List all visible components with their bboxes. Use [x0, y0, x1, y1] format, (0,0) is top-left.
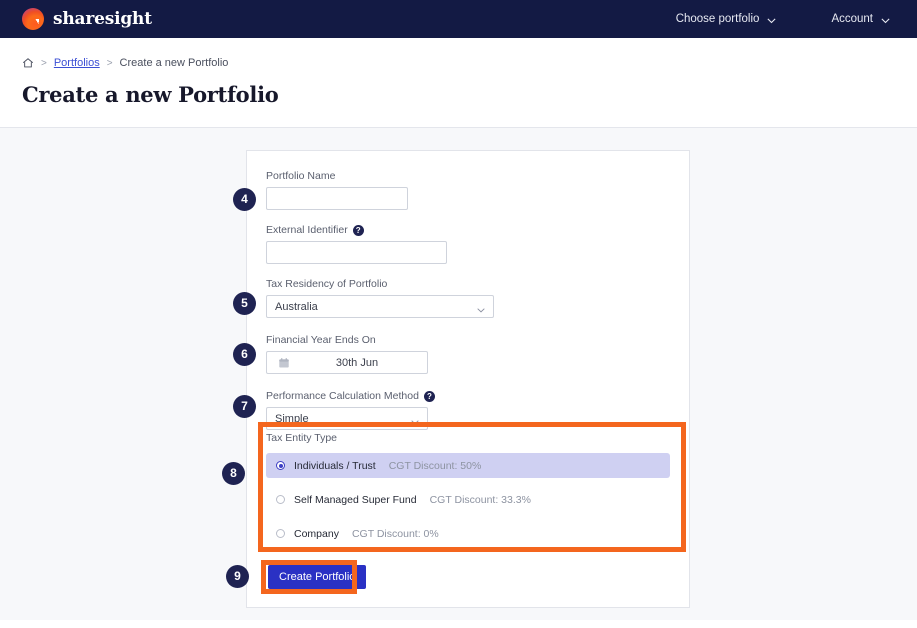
- top-navigation-bar: sharesight Choose portfolio Account: [0, 0, 917, 38]
- create-portfolio-button[interactable]: Create Portfolio: [268, 565, 366, 589]
- sharesight-logo-icon: [22, 8, 44, 30]
- financial-year-label: Financial Year Ends On: [266, 334, 686, 346]
- spacer: [266, 374, 686, 390]
- chevron-down-icon: [766, 15, 775, 24]
- radio-selected-icon: [276, 461, 285, 470]
- help-question-icon[interactable]: ?: [424, 391, 435, 402]
- top-nav-right: Choose portfolio Account: [676, 13, 889, 25]
- tax-residency-select[interactable]: Australia: [266, 295, 494, 318]
- step-badge-9: 9: [226, 565, 249, 588]
- step-badge-4: 4: [233, 188, 256, 211]
- account-label: Account: [831, 13, 873, 25]
- step-badge-6: 6: [233, 343, 256, 366]
- brand-logo[interactable]: sharesight: [22, 8, 152, 30]
- financial-year-picker[interactable]: 30th Jun: [266, 351, 428, 374]
- radio-unselected-icon: [276, 495, 285, 504]
- radio-unselected-icon: [276, 529, 285, 538]
- tax-entity-type-label: Tax Entity Type: [266, 432, 670, 444]
- page-title: Create a new Portfolio: [22, 82, 278, 107]
- brand-name-label: sharesight: [53, 9, 152, 29]
- tax-entity-type-group: Tax Entity Type Individuals / Trust CGT …: [266, 432, 670, 546]
- tax-entity-option-discount: CGT Discount: 0%: [352, 528, 439, 540]
- breadcrumb: > Portfolios > Create a new Portfolio: [22, 57, 228, 69]
- tax-entity-option-name: Self Managed Super Fund: [294, 494, 417, 506]
- external-identifier-label: External Identifier ?: [266, 224, 686, 236]
- tax-entity-option-name: Individuals / Trust: [294, 460, 376, 472]
- app-root: sharesight Choose portfolio Account >: [0, 0, 917, 628]
- tax-entity-option-name: Company: [294, 528, 339, 540]
- breadcrumb-item-current: Create a new Portfolio: [120, 57, 229, 69]
- portfolio-name-label: Portfolio Name: [266, 170, 686, 182]
- tax-entity-option-discount: CGT Discount: 33.3%: [430, 494, 531, 506]
- chevron-down-icon: [880, 15, 889, 24]
- field-financial-year: Financial Year Ends On 30th Jun: [266, 334, 686, 374]
- field-external-identifier: External Identifier ?: [266, 224, 686, 264]
- tax-residency-label: Tax Residency of Portfolio: [266, 278, 686, 290]
- tax-residency-value: Australia: [275, 301, 318, 313]
- spacer: [266, 318, 686, 334]
- spacer: [266, 210, 686, 224]
- create-portfolio-form: Portfolio Name External Identifier ? Tax…: [266, 170, 686, 430]
- performance-method-select[interactable]: Simple: [266, 407, 428, 430]
- tax-residency-select-wrap: Australia: [266, 295, 494, 318]
- tax-entity-option-discount: CGT Discount: 50%: [389, 460, 482, 472]
- field-tax-residency: Tax Residency of Portfolio Australia: [266, 278, 686, 318]
- calendar-icon: [267, 357, 301, 369]
- performance-method-label-text: Performance Calculation Method: [266, 390, 419, 402]
- breadcrumb-separator: >: [41, 58, 47, 69]
- spacer: [266, 264, 686, 278]
- financial-year-value: 30th Jun: [301, 357, 427, 369]
- breadcrumb-item-portfolios[interactable]: Portfolios: [54, 57, 100, 69]
- step-badge-5: 5: [233, 292, 256, 315]
- performance-method-value: Simple: [275, 413, 309, 425]
- performance-method-select-wrap: Simple: [266, 407, 428, 430]
- breadcrumb-separator: >: [107, 58, 113, 69]
- help-question-icon[interactable]: ?: [353, 225, 364, 236]
- tax-entity-option-individuals-trust[interactable]: Individuals / Trust CGT Discount: 50%: [266, 453, 670, 478]
- portfolio-name-input[interactable]: [266, 187, 408, 210]
- tax-entity-option-company[interactable]: Company CGT Discount: 0%: [266, 521, 670, 546]
- step-badge-8: 8: [222, 462, 245, 485]
- page-header: > Portfolios > Create a new Portfolio Cr…: [0, 38, 917, 128]
- choose-portfolio-label: Choose portfolio: [676, 13, 760, 25]
- external-identifier-label-text: External Identifier: [266, 224, 348, 236]
- field-portfolio-name: Portfolio Name: [266, 170, 686, 210]
- field-performance-method: Performance Calculation Method ? Simple: [266, 390, 686, 430]
- account-menu[interactable]: Account: [831, 13, 889, 25]
- choose-portfolio-menu[interactable]: Choose portfolio: [676, 13, 776, 25]
- performance-method-label: Performance Calculation Method ?: [266, 390, 686, 402]
- home-icon[interactable]: [22, 57, 34, 69]
- external-identifier-input[interactable]: [266, 241, 447, 264]
- step-badge-7: 7: [233, 395, 256, 418]
- submit-area: Create Portfolio: [268, 565, 366, 589]
- tax-entity-option-self-managed-super-fund[interactable]: Self Managed Super Fund CGT Discount: 33…: [266, 487, 670, 512]
